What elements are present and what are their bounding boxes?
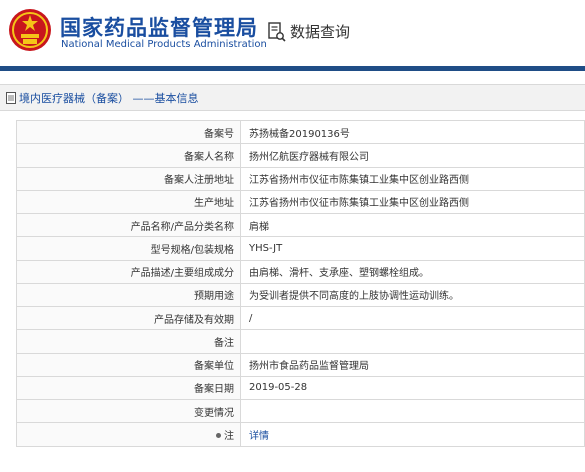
row-value: 扬州市食品药品监督管理局	[240, 352, 585, 377]
row-label: 型号规格/包装规格	[16, 236, 241, 261]
row-value	[240, 398, 585, 424]
row-label: 预期用途	[16, 282, 241, 308]
row-value: 肩梯	[240, 212, 585, 238]
table-row: 产品描述/主要组成成分 由肩梯、滑杆、支承座、塑钢螺栓组成。	[16, 259, 585, 284]
table-row: 预期用途 为受训者提供不同高度的上肢协调性运动训练。	[16, 282, 585, 308]
row-label: 备案人名称	[16, 143, 241, 168]
data-query-label: 数据查询	[290, 23, 351, 41]
table-row: 备注	[16, 329, 585, 354]
row-value: 苏扬械备20190136号	[240, 119, 585, 145]
row-label-note: 注	[16, 422, 241, 447]
info-table: 备案号 苏扬械备20190136号 备案人名称 扬州亿航医疗器械有限公司 备案人注册…	[16, 119, 585, 447]
table-row: 注 详情	[16, 422, 585, 447]
row-value: 由肩梯、滑杆、支承座、塑钢螺栓组成。	[240, 259, 585, 284]
row-label: 备注	[16, 329, 241, 354]
table-row: 备案单位 扬州市食品药品监督管理局	[16, 352, 585, 377]
national-emblem-icon	[9, 9, 51, 51]
table-row: 备案日期 2019-05-28	[16, 375, 585, 401]
site-title-en: National Medical Products Administration	[61, 39, 267, 50]
table-row: 备案人名称 扬州亿航医疗器械有限公司	[16, 143, 585, 168]
table-row: 产品存储及有效期 /	[16, 305, 585, 331]
row-label: 变更情况	[16, 398, 241, 424]
row-label: 产品描述/主要组成成分	[16, 259, 241, 284]
row-value: 江苏省扬州市仪征市陈集镇工业集中区创业路西侧	[240, 166, 585, 191]
bullet-icon	[216, 433, 221, 439]
table-row: 备案人注册地址 江苏省扬州市仪征市陈集镇工业集中区创业路西侧	[16, 166, 585, 191]
table-row: 生产地址 江苏省扬州市仪征市陈集镇工业集中区创业路西侧	[16, 189, 585, 215]
note-label: 注	[224, 430, 234, 442]
header-divider	[0, 66, 585, 71]
section-title: 境内医疗器械（备案） ——基本信息	[19, 91, 199, 105]
row-value: YHS-JT	[240, 236, 585, 261]
row-label: 备案单位	[16, 352, 241, 377]
row-label: 生产地址	[16, 189, 241, 215]
table-row: 备案号 苏扬械备20190136号	[16, 119, 585, 145]
document-icon	[6, 91, 16, 104]
details-link[interactable]: 详情	[249, 431, 269, 442]
row-value: 江苏省扬州市仪征市陈集镇工业集中区创业路西侧	[240, 189, 585, 215]
data-query-link[interactable]: 数据查询	[268, 21, 350, 42]
row-value	[240, 329, 585, 354]
section-header: 境内医疗器械（备案） ——基本信息	[0, 84, 585, 111]
row-label: 产品名称/产品分类名称	[16, 212, 241, 238]
row-value: 详情	[240, 422, 585, 447]
row-label: 备案人注册地址	[16, 166, 241, 191]
row-value: 为受训者提供不同高度的上肢协调性运动训练。	[240, 282, 585, 308]
table-row: 变更情况	[16, 398, 585, 424]
site-title: 国家药品监督管理局	[60, 16, 258, 40]
search-document-icon	[268, 21, 286, 42]
row-label: 备案日期	[16, 375, 241, 401]
row-value: 扬州亿航医疗器械有限公司	[240, 143, 585, 168]
table-row: 产品名称/产品分类名称 肩梯	[16, 212, 585, 238]
row-label: 产品存储及有效期	[16, 305, 241, 331]
row-label: 备案号	[16, 119, 241, 145]
table-row: 型号规格/包装规格 YHS-JT	[16, 236, 585, 261]
row-value: /	[240, 305, 585, 331]
site-header: 国家药品监督管理局 National Medical Products Admi…	[0, 0, 585, 66]
row-value: 2019-05-28	[240, 375, 585, 401]
